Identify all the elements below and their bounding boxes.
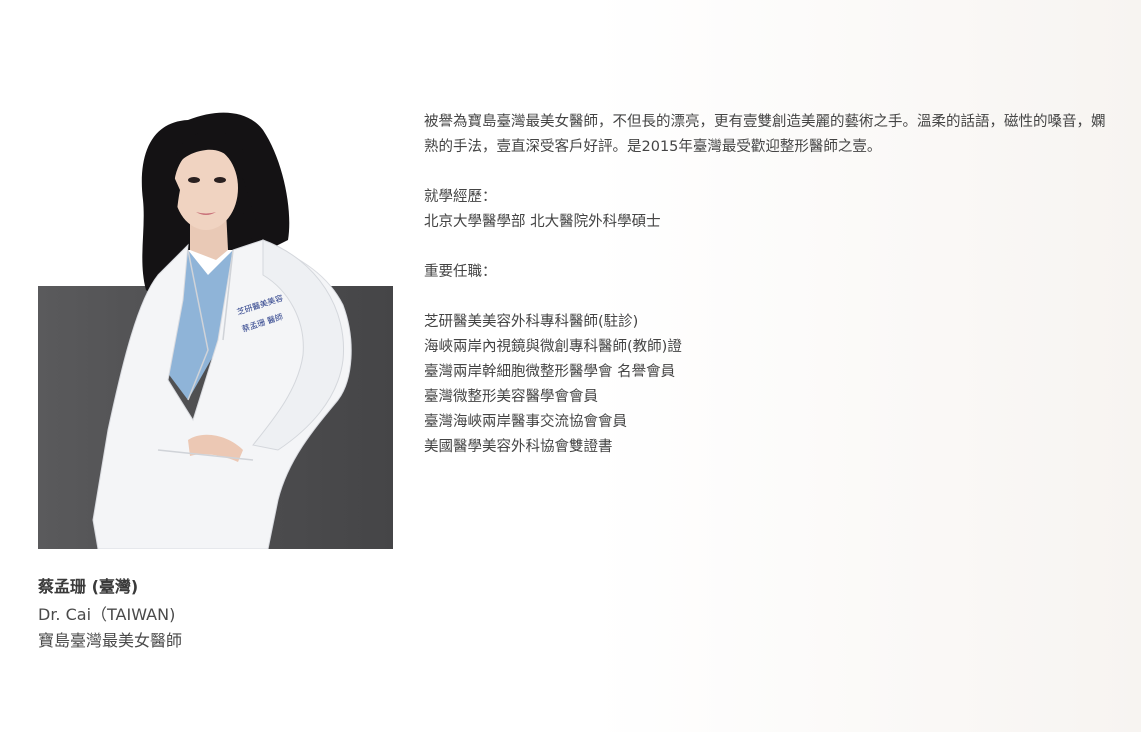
position-item: 臺灣海峽兩岸醫事交流協會會員 (424, 414, 627, 430)
face (174, 146, 238, 230)
position-item: 臺灣兩岸幹細胞微整形醫學會 名譽會員 (424, 364, 676, 380)
position-item: 芝研醫美美容外科專科醫師(駐診) (424, 314, 639, 330)
education-heading: 就學經歷： (424, 189, 497, 205)
doctor-caption: 蔡孟珊 (臺灣) Dr. Cai（TAIWAN) 寶島臺灣最美女醫師 (38, 576, 182, 652)
doctor-portrait: 芝研醫美美容 蔡孟珊 醫師 (92, 112, 352, 549)
positions-heading: 重要任職： (424, 264, 497, 280)
bio-content: 被譽為寶島臺灣最美女醫師，不但長的漂亮，更有壹雙創造美麗的藝術之手。溫柔的話語，… (424, 110, 1114, 460)
bio-intro: 被譽為寶島臺灣最美女醫師，不但長的漂亮，更有壹雙創造美麗的藝術之手。溫柔的話語，… (424, 114, 1106, 155)
doctor-name-en: Dr. Cai（TAIWAN) (38, 605, 176, 624)
education-text: 北京大學醫學部 北大醫院外科學碩士 (424, 214, 661, 230)
position-item: 美國醫學美容外科協會雙證書 (424, 439, 613, 455)
doctor-name: 蔡孟珊 (臺灣) (38, 577, 139, 596)
position-item: 臺灣微整形美容醫學會會員 (424, 389, 598, 405)
position-item: 海峽兩岸內視鏡與微創專科醫師(教師)證 (424, 339, 682, 355)
doctor-subtitle: 寶島臺灣最美女醫師 (38, 631, 183, 650)
